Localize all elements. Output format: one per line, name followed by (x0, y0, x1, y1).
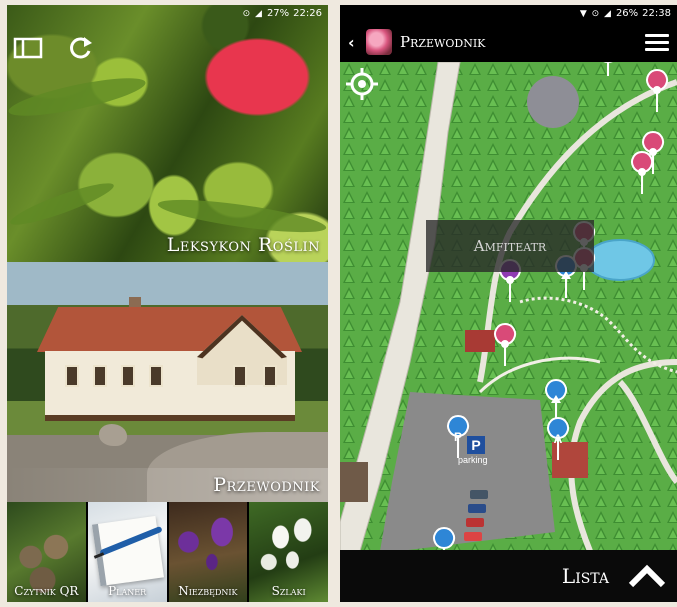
guide-tile[interactable]: Przewodnik (7, 262, 328, 502)
building (340, 462, 368, 502)
status-icons: ⊙ ◢ (242, 8, 263, 19)
map-canvas: A P (340, 62, 677, 551)
chevron-up-icon[interactable] (627, 561, 667, 591)
park-map[interactable]: A P P parking Amfiteatr (340, 62, 677, 551)
building (465, 330, 495, 352)
location-tooltip[interactable]: Amfiteatr (426, 220, 594, 272)
rock-image (99, 424, 127, 446)
trails-label: Szlaki (271, 584, 306, 598)
left-phone-screen: ⊙ ◢ 27% 22:26 Leksykon Roślin Przewodnik… (7, 5, 328, 602)
essentials-tile[interactable]: Niezbędnik (168, 502, 248, 602)
tablet-icon[interactable] (13, 33, 43, 63)
app-bar: ‹ Przewodnik (340, 22, 677, 62)
svg-text:A: A (554, 432, 563, 446)
leaf-decoration (7, 70, 148, 124)
parking-letter: P (471, 437, 481, 453)
qr-reader-label: Czytnik QR (14, 584, 79, 598)
status-time: 22:38 (642, 8, 671, 19)
back-chevron-icon[interactable]: ‹ (348, 33, 362, 52)
car (464, 532, 482, 541)
car (466, 518, 484, 527)
planner-label: Planer (108, 584, 147, 598)
flower-app-icon (366, 29, 392, 55)
refresh-icon[interactable] (65, 33, 95, 63)
status-bar: ▼ ⊙ ◢ 26% 22:38 (340, 5, 677, 22)
top-icons (13, 33, 95, 63)
stone-garden (527, 76, 579, 128)
list-label[interactable]: Lista (562, 564, 609, 588)
lexicon-label: Leksykon Roślin (166, 234, 320, 256)
status-icons: ▼ ⊙ ◢ (579, 8, 612, 19)
parking-lot (380, 392, 555, 551)
car (468, 504, 486, 513)
status-time: 22:26 (293, 8, 322, 19)
pond (585, 239, 655, 281)
status-bar: ⊙ ◢ 27% 22:26 (7, 5, 328, 22)
right-phone-screen: ▼ ⊙ ◢ 26% 22:38 ‹ Przewodnik A P P parki… (340, 5, 677, 602)
battery-level: 26% (615, 8, 639, 19)
guide-label: Przewodnik (213, 474, 320, 496)
bottom-bar: Lista (340, 550, 677, 602)
svg-text:P: P (454, 430, 462, 444)
hamburger-menu-icon[interactable] (645, 33, 669, 51)
qr-reader-tile[interactable]: Czytnik QR (7, 502, 86, 602)
lodge-house-image (37, 297, 302, 427)
planner-tile[interactable]: Planer (87, 502, 167, 602)
battery-level: 27% (266, 8, 290, 19)
leaf-decoration (156, 193, 328, 239)
app-title: Przewodnik (400, 33, 486, 51)
leaf-decoration (7, 176, 117, 232)
car (470, 490, 488, 499)
essentials-label: Niezbędnik (178, 584, 238, 598)
screenshot-canvas: ⊙ ◢ 27% 22:26 Leksykon Roślin Przewodnik… (0, 0, 677, 607)
bottom-tiles-row: Czytnik QR Planer Niezbędnik Szlaki (7, 502, 328, 602)
parking-text: parking (458, 455, 488, 465)
trails-tile[interactable]: Szlaki (249, 502, 328, 602)
